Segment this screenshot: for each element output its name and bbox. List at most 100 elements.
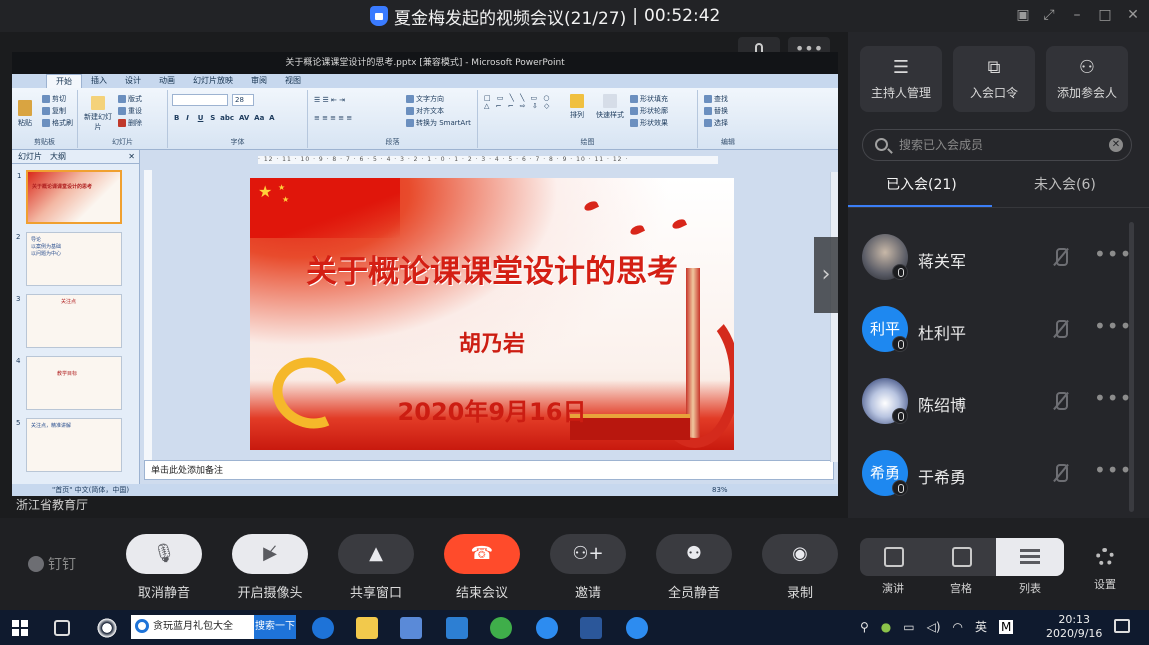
font-size-input[interactable]: 28	[232, 94, 254, 106]
member-search-input[interactable]: 搜索已入会成员 ✕	[862, 129, 1132, 161]
layout-speaker-button[interactable]	[860, 538, 928, 576]
close-pane-icon[interactable]: ✕	[128, 150, 139, 163]
start-button[interactable]	[12, 620, 28, 636]
ppt-tab-slideshow[interactable]: 幻灯片放映	[184, 74, 242, 88]
task-view-icon[interactable]	[54, 620, 70, 636]
arrange-button[interactable]: 排列	[570, 94, 584, 120]
browser-icon[interactable]	[490, 617, 512, 639]
security-icon[interactable]: ●	[881, 620, 891, 634]
next-page-arrow[interactable]: ›	[814, 237, 838, 313]
host-management-button[interactable]: ☰ 主持人管理	[860, 46, 942, 112]
meeting-password-button[interactable]: ⧉ 入会口令	[953, 46, 1035, 112]
slide-thumbnail[interactable]: 4 教学目标	[16, 356, 122, 410]
layout-button[interactable]: 版式	[118, 94, 142, 104]
ppt-tab-animation[interactable]: 动画	[150, 74, 184, 88]
member-row[interactable]: 陈绍博 •••	[862, 378, 1132, 426]
ppt-tab-home[interactable]: 开始	[46, 74, 82, 88]
clock[interactable]: 20:13 2020/9/16	[1046, 613, 1102, 641]
maximize-button[interactable]: □	[1096, 6, 1114, 24]
notification-icon[interactable]	[1114, 619, 1130, 633]
add-participant-button[interactable]: ⚇ 添加参会人	[1046, 46, 1128, 112]
member-row[interactable]: 蒋关军 •••	[862, 234, 1132, 282]
word-icon[interactable]	[580, 617, 602, 639]
volume-icon[interactable]: ◁)	[927, 620, 941, 634]
new-slide-button[interactable]: 新建幻灯片	[84, 96, 112, 132]
tab-slides[interactable]: 幻灯片	[18, 150, 42, 163]
layout-list-button[interactable]	[996, 538, 1064, 576]
ppt-tab-review[interactable]: 审阅	[242, 74, 276, 88]
ppt-vertical-scrollbar[interactable]	[830, 172, 838, 462]
notes-input[interactable]: 单击此处添加备注	[144, 460, 834, 480]
delete-slide-button[interactable]: 删除	[118, 118, 142, 128]
find-button[interactable]: 查找	[704, 94, 728, 104]
cut-button[interactable]: 剪切	[42, 94, 66, 104]
mail-icon[interactable]	[446, 617, 468, 639]
camera-button[interactable]: ▶̸ 开启摄像头	[232, 534, 308, 601]
slide-thumbnail[interactable]: 3 关注点	[16, 294, 122, 348]
alignment-buttons[interactable]: ≡ ≡ ≡ ≡ ≡	[314, 114, 352, 122]
format-painter-button[interactable]: 格式刷	[42, 118, 73, 128]
ime-mode-icon[interactable]: M	[999, 619, 1014, 634]
reset-button[interactable]: 重设	[118, 106, 142, 116]
mute-all-button[interactable]: ⚉ 全员静音	[656, 534, 732, 601]
minimize-button[interactable]: –	[1068, 6, 1086, 24]
mic-muted-icon[interactable]	[1050, 390, 1070, 414]
record-button[interactable]: ◉ 录制	[762, 534, 838, 601]
shape-effects-button[interactable]: 形状效果	[630, 118, 668, 128]
dingtalk-taskbar-icon[interactable]	[536, 617, 558, 639]
ppt-tab-insert[interactable]: 插入	[82, 74, 116, 88]
layout-grid-button[interactable]	[928, 538, 996, 576]
font-name-input[interactable]	[172, 94, 228, 106]
copy-button[interactable]: 复制	[42, 106, 66, 116]
settings-button[interactable]: 设置	[1092, 538, 1118, 598]
select-button[interactable]: 选择	[704, 118, 728, 128]
paste-button[interactable]: 粘贴	[18, 100, 32, 128]
zoom-level[interactable]: 83%	[712, 484, 728, 496]
app-icon[interactable]	[96, 617, 118, 639]
member-row[interactable]: 希勇 于希勇 •••	[862, 450, 1132, 498]
pip-icon[interactable]: ▣	[1014, 6, 1032, 24]
share-window-button[interactable]: ▲ 共享窗口	[338, 534, 414, 601]
clear-icon[interactable]: ✕	[1109, 138, 1123, 152]
mic-muted-icon[interactable]	[1050, 246, 1070, 270]
smartart-button[interactable]: 转换为 SmartArt	[406, 118, 471, 128]
text-direction-button[interactable]: 文字方向	[406, 94, 444, 104]
shapes-gallery[interactable]: □ ▭ ╲ ╲ ▭ ○ △ ⌐ ⌐ ⇨ ⇩ ◇	[484, 94, 552, 110]
shape-outline-button[interactable]: 形状轮廓	[630, 106, 668, 116]
fullscreen-icon[interactable]: ⤢	[1040, 6, 1058, 24]
more-icon[interactable]: •••	[1094, 386, 1132, 410]
slide-thumbnail[interactable]: 5 关注点，精准讲解	[16, 418, 122, 472]
bold-button[interactable]: B I U S abc AV Aa A	[174, 114, 275, 122]
mic-muted-icon[interactable]	[1050, 318, 1070, 342]
store-icon[interactable]	[400, 617, 422, 639]
tab-outline[interactable]: 大纲	[50, 150, 66, 163]
more-icon[interactable]: •••	[1094, 314, 1132, 338]
member-row[interactable]: 利平 杜利平 •••	[862, 306, 1132, 354]
slide-thumbnail[interactable]: 1 关于概论课课堂设计的思考	[17, 170, 122, 224]
quick-styles-button[interactable]: 快速样式	[596, 94, 624, 120]
ppt-tab-view[interactable]: 视图	[276, 74, 310, 88]
replace-button[interactable]: 替换	[704, 106, 728, 116]
invite-button[interactable]: ⚇+ 邀请	[550, 534, 626, 601]
bullets-button[interactable]: ☰ ☰ ⇤ ⇥	[314, 96, 345, 104]
tab-not-joined[interactable]: 未入会(6)	[1034, 174, 1096, 194]
taskbar-search-button[interactable]: 搜索一下	[254, 615, 296, 639]
current-slide[interactable]: ★ ★ ★ 关于概论课课堂设计的思考 胡乃岩 2020年9月16日	[250, 178, 734, 450]
meeting-taskbar-icon[interactable]	[626, 617, 648, 639]
people-icon[interactable]: ⚲	[860, 620, 869, 634]
slide-thumbnail[interactable]: 2 导论 以案例为基础 以问题为中心	[16, 232, 122, 286]
ime-indicator[interactable]: 英	[975, 618, 987, 635]
wifi-icon[interactable]: ◠	[953, 620, 963, 634]
mic-muted-icon[interactable]	[1050, 462, 1070, 486]
ppt-tab-design[interactable]: 设计	[116, 74, 150, 88]
panel-scrollbar[interactable]	[1129, 222, 1134, 512]
more-icon[interactable]: •••	[1094, 242, 1132, 266]
unmute-button[interactable]: 🎙︎ 取消静音	[126, 534, 202, 601]
edge-icon[interactable]	[312, 617, 334, 639]
end-meeting-button[interactable]: ☎ 结束会议	[444, 534, 520, 601]
more-icon[interactable]: •••	[1094, 458, 1132, 482]
battery-icon[interactable]: ▭	[903, 620, 914, 634]
align-text-button[interactable]: 对齐文本	[406, 106, 444, 116]
shape-fill-button[interactable]: 形状填充	[630, 94, 668, 104]
file-explorer-icon[interactable]	[356, 617, 378, 639]
